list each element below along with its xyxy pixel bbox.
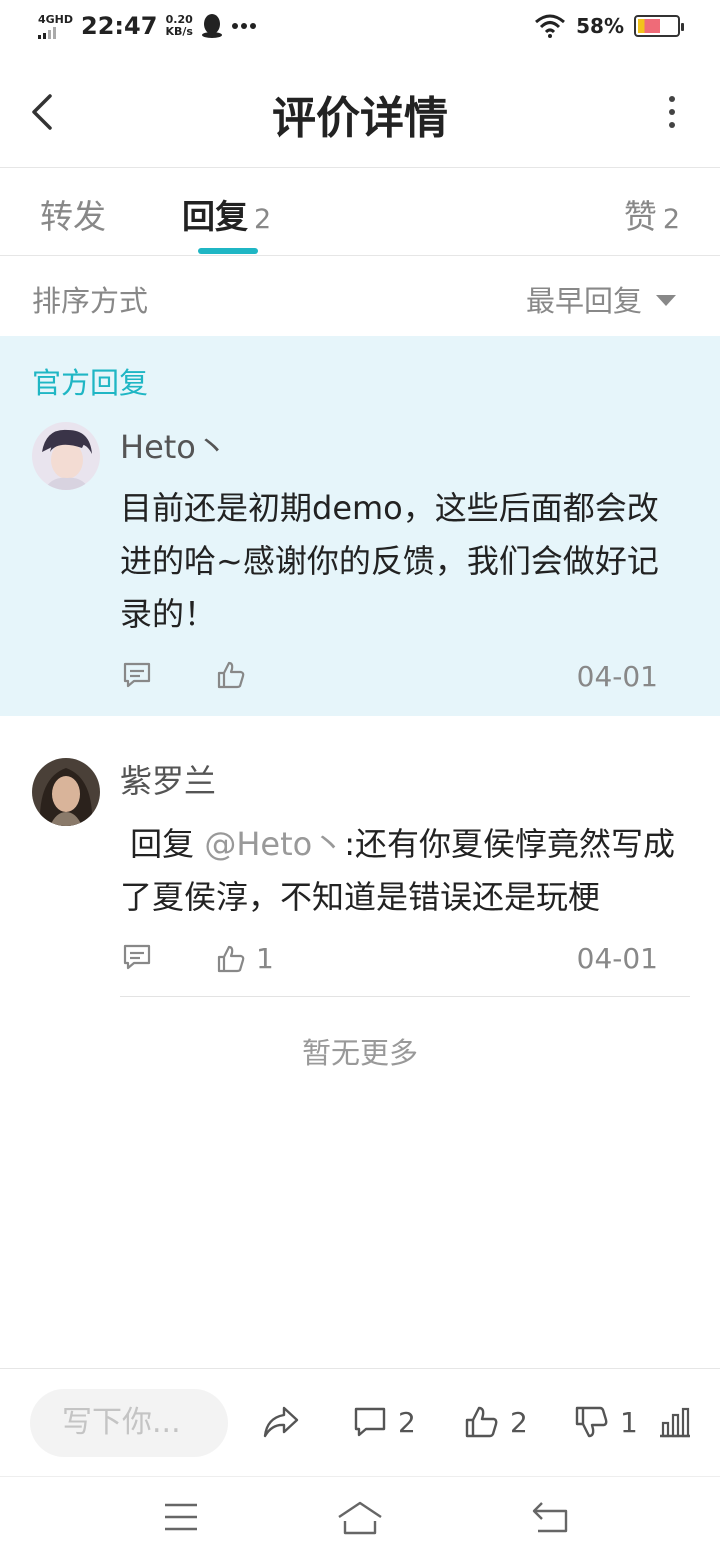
- official-reply-section: 官方回复 Heto丶 目前还是初期demo，这些后面都会改进的哈~感谢你的反馈，…: [0, 336, 720, 716]
- reply-prefix: 回复: [130, 825, 195, 863]
- reply-content: 回复 @Heto丶:还有你夏侯惇竟然写成了夏侯淳，不知道是错误还是玩梗: [120, 818, 690, 924]
- divider: [120, 996, 690, 997]
- tab-reply-label: 回复: [182, 197, 248, 236]
- page-title: 评价详情: [272, 93, 448, 144]
- reply-like-button[interactable]: 1: [216, 942, 274, 975]
- network-type: 4GHD: [38, 12, 74, 26]
- tab-forward[interactable]: 转发: [40, 190, 106, 238]
- avatar-image: [32, 758, 100, 826]
- back-nav-icon[interactable]: [530, 1499, 570, 1535]
- comment-icon: [123, 944, 151, 970]
- tab-reply[interactable]: 回复 2: [182, 190, 271, 238]
- menu-icon[interactable]: [162, 1499, 200, 1535]
- thumb-up-icon: [465, 1406, 498, 1438]
- tab-likes-count: 2: [662, 204, 680, 235]
- more-options-button[interactable]: [664, 96, 680, 128]
- comment-icon: [123, 662, 151, 688]
- dot-icon: [669, 96, 675, 102]
- tab-likes[interactable]: 赞2: [624, 190, 680, 238]
- reply-like-button[interactable]: [216, 660, 256, 690]
- more-dots-icon: [231, 23, 256, 29]
- reply-username[interactable]: 紫罗兰: [120, 756, 216, 802]
- page-header: 评价详情: [0, 56, 720, 168]
- sort-value: 最早回复: [525, 284, 642, 318]
- sort-row: 排序方式 最早回复: [0, 256, 720, 336]
- home-icon[interactable]: [336, 1499, 384, 1537]
- tab-reply-count: 2: [254, 204, 272, 235]
- tab-likes-label: 赞: [623, 197, 657, 236]
- reply-comment-button[interactable]: [122, 942, 152, 972]
- no-more-text: 暂无更多: [301, 1036, 418, 1070]
- battery-icon: [634, 15, 684, 37]
- stats-button[interactable]: [658, 1405, 692, 1439]
- official-reply-label: 官方回复: [32, 366, 149, 400]
- reply-username[interactable]: Heto丶: [120, 422, 228, 468]
- qq-icon: [201, 14, 222, 38]
- like-button[interactable]: 2: [464, 1405, 528, 1439]
- tab-bar: 转发 回复 2 赞2: [0, 168, 720, 256]
- reply-date: 04-01: [576, 942, 658, 975]
- avatar-image: [32, 422, 100, 490]
- thumb-up-icon: [217, 945, 245, 972]
- sort-dropdown[interactable]: 最早回复: [526, 278, 676, 320]
- reply-date: 04-01: [576, 660, 658, 693]
- bottom-action-bar: 写下你... 2 2 1: [0, 1368, 720, 1476]
- thumb-up-icon: [217, 661, 245, 689]
- reply-like-count: 1: [256, 942, 274, 975]
- thumb-down-icon: [575, 1406, 608, 1438]
- dot-icon: [669, 122, 675, 128]
- reply-comment-button[interactable]: [122, 660, 152, 690]
- status-bar: 4GHD 22:47 0.20 KB/s 58%: [0, 0, 720, 56]
- sort-label: 排序方式: [32, 284, 149, 318]
- signal-icon: 4GHD: [38, 14, 73, 39]
- comment-icon: [354, 1407, 386, 1437]
- status-time: 22:47: [81, 12, 158, 40]
- tab-forward-label: 转发: [40, 197, 106, 236]
- reply-content: 目前还是初期demo，这些后面都会改进的哈~感谢你的反馈，我们会做好记录的！: [120, 489, 659, 633]
- mention-link[interactable]: @Heto丶: [204, 825, 344, 863]
- battery-percent: 58%: [576, 14, 624, 38]
- network-speed: 0.20 KB/s: [165, 13, 193, 38]
- tab-active-indicator: [198, 248, 258, 254]
- avatar[interactable]: [32, 422, 100, 490]
- comments-count: 2: [398, 1405, 416, 1439]
- likes-count: 2: [510, 1405, 528, 1439]
- share-icon: [263, 1406, 299, 1438]
- dislike-button[interactable]: 1: [574, 1405, 638, 1439]
- caret-down-icon: [656, 294, 676, 306]
- system-nav-bar: [0, 1476, 720, 1560]
- wifi-icon: [535, 14, 566, 38]
- dislikes-count: 1: [620, 1405, 638, 1439]
- comments-button[interactable]: 2: [352, 1405, 416, 1439]
- comment-input[interactable]: 写下你...: [30, 1389, 228, 1457]
- dot-icon: [669, 109, 675, 115]
- share-button[interactable]: [262, 1405, 300, 1439]
- bar-chart-icon: [660, 1407, 690, 1438]
- avatar[interactable]: [32, 758, 100, 826]
